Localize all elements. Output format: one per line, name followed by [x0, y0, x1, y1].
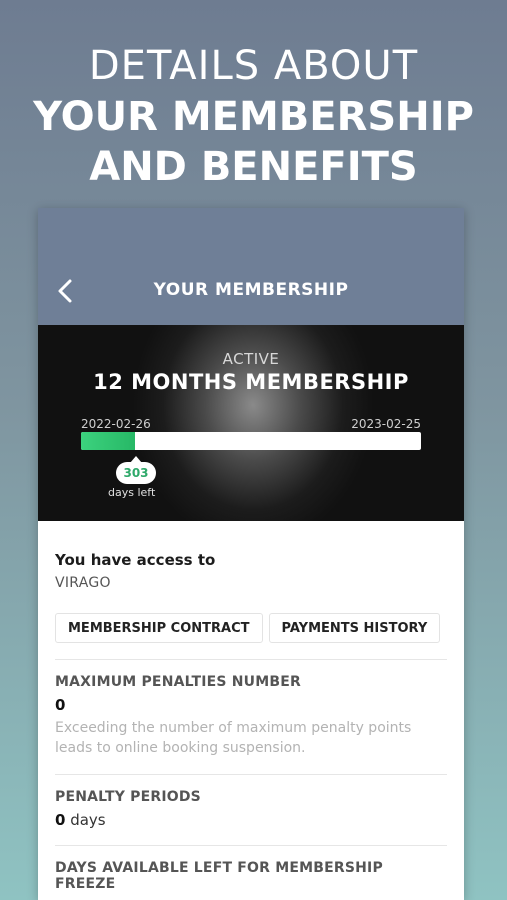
freeze-section: DAYS AVAILABLE LEFT FOR MEMBERSHIP FREEZ… [55, 846, 447, 900]
promo-headline: DETAILS ABOUT YOUR MEMBERSHIP AND BENEFI… [0, 40, 507, 192]
max-penalties-title: MAXIMUM PENALTIES NUMBER [55, 674, 301, 690]
membership-hero: ACTIVE 12 MONTHS MEMBERSHIP 2022-02-26 2… [38, 325, 464, 521]
phone-screen: YOUR MEMBERSHIP ACTIVE 12 MONTHS MEMBERS… [38, 208, 464, 900]
penalty-periods-unit: days [70, 811, 106, 829]
max-penalties-note: Exceeding the number of maximum penalty … [55, 720, 412, 756]
membership-progress-bar [81, 432, 421, 450]
start-date: 2022-02-26 [81, 417, 151, 431]
max-penalties-section: MAXIMUM PENALTIES NUMBER 0 Exceeding the… [55, 660, 447, 758]
freeze-title: DAYS AVAILABLE LEFT FOR MEMBERSHIP FREEZ… [55, 860, 383, 892]
days-left-badge: 303 [116, 456, 156, 484]
end-date: 2023-02-25 [351, 417, 421, 431]
page-title: YOUR MEMBERSHIP [153, 280, 349, 300]
access-value: VIRAGO [55, 575, 111, 591]
promo-line-3: AND BENEFITS [89, 144, 418, 190]
max-penalties-number: 0 [55, 696, 66, 714]
membership-plan-name: 12 MONTHS MEMBERSHIP [93, 370, 409, 394]
promo-line-1: DETAILS ABOUT [88, 43, 419, 89]
penalty-periods-title: PENALTY PERIODS [55, 789, 201, 805]
days-left-label: days left [108, 486, 156, 499]
action-buttons: MEMBERSHIP CONTRACT PAYMENTS HISTORY [55, 613, 447, 643]
penalty-periods-number: 0 [55, 811, 66, 829]
membership-details: You have access to VIRAGO MEMBERSHIP CON… [38, 551, 464, 900]
membership-status: ACTIVE [222, 350, 280, 368]
payments-history-button[interactable]: PAYMENTS HISTORY [268, 613, 441, 643]
membership-contract-button[interactable]: MEMBERSHIP CONTRACT [55, 613, 263, 643]
membership-progress-fill [81, 432, 136, 450]
max-penalties-value: 0 [55, 696, 447, 714]
app-header: YOUR MEMBERSHIP [38, 208, 464, 325]
promo-line-2: YOUR MEMBERSHIP [33, 94, 474, 140]
penalty-periods-value: 0 days [55, 811, 447, 829]
penalty-periods-section: PENALTY PERIODS 0 days [55, 775, 447, 829]
access-title: You have access to [55, 551, 216, 569]
